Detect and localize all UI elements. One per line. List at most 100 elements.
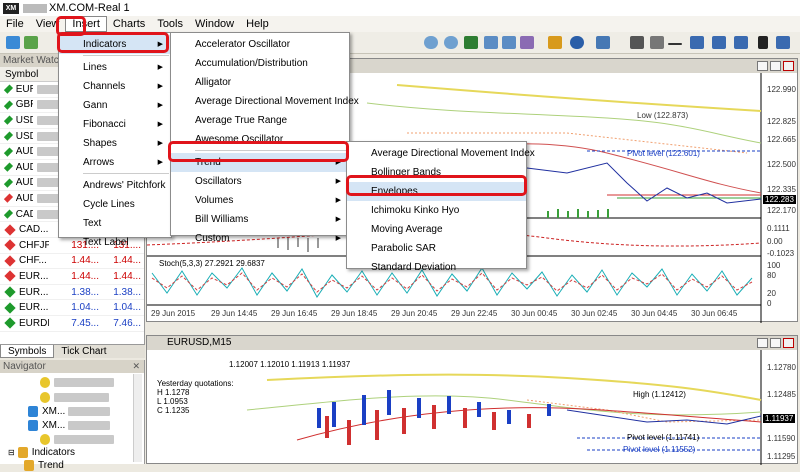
trend-line-icon[interactable] bbox=[690, 36, 704, 49]
tile-windows-icon[interactable] bbox=[464, 36, 478, 49]
profiles-icon[interactable] bbox=[24, 36, 38, 49]
menu-item[interactable]: Average True Range bbox=[171, 111, 349, 130]
nav-account-2[interactable] bbox=[40, 391, 109, 404]
menu-item[interactable]: Fibonacci ▶ bbox=[59, 115, 171, 134]
navigator-scrollbar[interactable] bbox=[133, 374, 142, 462]
menu-insert[interactable]: Insert bbox=[65, 16, 107, 32]
menu-item[interactable]: Gann ▶ bbox=[59, 96, 171, 115]
minimize-icon[interactable] bbox=[757, 61, 768, 71]
menu-item[interactable]: Standard Deviation bbox=[347, 258, 526, 277]
symbol-diamond-icon bbox=[4, 239, 16, 251]
menu-item[interactable]: Average Directional Movement Index bbox=[347, 144, 535, 163]
symbol-diamond-icon bbox=[3, 162, 13, 172]
menu-item[interactable]: Custom ▶ bbox=[171, 229, 349, 248]
nav-trend[interactable]: Trend bbox=[24, 459, 64, 472]
market-watch-row[interactable]: CHF... 1.44... 1.44... bbox=[0, 254, 144, 270]
close-icon[interactable]: ✕ bbox=[132, 360, 140, 373]
expand-icon[interactable]: ⊟ bbox=[8, 448, 15, 457]
nav-account-3[interactable] bbox=[40, 433, 114, 446]
menu-item[interactable]: Alligator bbox=[171, 73, 349, 92]
menu-item-label: Custom bbox=[195, 233, 230, 244]
menu-item[interactable]: Accelerator Oscillator bbox=[171, 35, 349, 54]
fibonacci-icon[interactable] bbox=[734, 36, 748, 49]
symbol-diamond-icon bbox=[4, 255, 16, 267]
text-label-icon[interactable] bbox=[776, 36, 790, 49]
chart-window-eurusd[interactable]: EURUSD,M15 Yesterday quotations: H 1.127… bbox=[146, 335, 798, 465]
chart-shift-icon[interactable] bbox=[484, 36, 498, 49]
menu-item[interactable]: Parabolic SAR bbox=[347, 239, 526, 258]
menu-item[interactable]: Accumulation/Distribution bbox=[171, 54, 349, 73]
high-label: High (1.12412) bbox=[633, 390, 686, 399]
nav-server-label: XM... bbox=[42, 406, 66, 417]
chart2-title: EURUSD,M15 bbox=[167, 337, 232, 348]
menu-window[interactable]: Window bbox=[189, 17, 240, 31]
menu-item[interactable]: Trend ▶ bbox=[171, 153, 349, 172]
menu-item[interactable]: Andrews' Pitchfork bbox=[59, 176, 171, 195]
nav-server-2[interactable]: XM... bbox=[28, 419, 111, 432]
user-icon bbox=[40, 377, 50, 388]
submenu-arrow-icon: ▶ bbox=[335, 216, 341, 223]
market-watch-row[interactable]: EUR... 1.38... 1.38... bbox=[0, 285, 144, 301]
indicators-icon[interactable] bbox=[520, 36, 534, 49]
menu-item[interactable]: Cycle Lines bbox=[59, 195, 171, 214]
menu-item-label: Trend bbox=[195, 157, 221, 168]
menu-item[interactable]: Volumes ▶ bbox=[171, 191, 349, 210]
periods-icon[interactable] bbox=[548, 36, 562, 49]
redacted-account bbox=[23, 3, 47, 13]
menu-item-label: Indicators bbox=[83, 39, 127, 50]
menu-bar: File View Insert Charts Tools Window Hel… bbox=[0, 16, 800, 32]
text-icon[interactable] bbox=[758, 36, 768, 49]
nav-indicators[interactable]: ⊟ Indicators bbox=[8, 446, 75, 459]
nav-server-1[interactable]: XM... bbox=[28, 405, 111, 418]
menu-item[interactable]: Average Directional Movement Index bbox=[171, 92, 359, 111]
tab-symbols[interactable]: Symbols bbox=[0, 345, 55, 358]
zoom-in-icon[interactable] bbox=[424, 36, 438, 49]
navigator-header: Navigator ✕ bbox=[0, 360, 144, 373]
maximize-icon[interactable] bbox=[770, 338, 781, 348]
menu-tools[interactable]: Tools bbox=[151, 17, 189, 31]
time-tick: 30 Jun 02:45 bbox=[571, 309, 618, 318]
nav-account-1[interactable] bbox=[40, 376, 114, 389]
redacted-account bbox=[54, 435, 114, 444]
menu-item[interactable]: Envelopes bbox=[347, 182, 526, 201]
crosshair-icon[interactable] bbox=[650, 36, 664, 49]
menu-help[interactable]: Help bbox=[240, 17, 275, 31]
close-icon[interactable] bbox=[783, 61, 794, 71]
menu-item[interactable]: Awesome Oscillator bbox=[171, 130, 349, 149]
menu-item[interactable]: Bill Williams ▶ bbox=[171, 210, 349, 229]
symbol-diamond-icon bbox=[3, 115, 13, 125]
menu-item[interactable]: Ichimoku Kinko Hyo bbox=[347, 201, 526, 220]
market-watch-tabs: Symbols Tick Chart bbox=[0, 344, 145, 358]
zoom-out-icon[interactable] bbox=[444, 36, 458, 49]
symbol-diamond-icon bbox=[4, 270, 16, 283]
menu-item[interactable]: Oscillators ▶ bbox=[171, 172, 349, 191]
tab-tick-chart[interactable]: Tick Chart bbox=[54, 345, 113, 358]
cursor-icon[interactable] bbox=[630, 36, 644, 49]
menu-item[interactable]: Lines ▶ bbox=[59, 58, 171, 77]
market-watch-row[interactable]: EUR... 1.44... 1.44... bbox=[0, 269, 144, 285]
market-watch-row[interactable]: EURDKK 7.45... 7.46... bbox=[0, 316, 144, 332]
templates-icon[interactable] bbox=[596, 36, 610, 49]
close-icon[interactable] bbox=[783, 338, 794, 348]
maximize-icon[interactable] bbox=[770, 61, 781, 71]
menu-view[interactable]: View bbox=[30, 17, 66, 31]
menu-separator bbox=[83, 173, 169, 174]
market-watch-row[interactable]: EUR... 1.04... 1.04... bbox=[0, 300, 144, 316]
menu-file[interactable]: File bbox=[0, 17, 30, 31]
autoscroll-icon[interactable] bbox=[502, 36, 516, 49]
menu-item[interactable]: Text bbox=[59, 214, 171, 233]
vertical-line-icon[interactable] bbox=[668, 43, 682, 45]
submenu-arrow-icon: ▶ bbox=[157, 159, 163, 166]
menu-item[interactable]: Indicators ▶ bbox=[59, 35, 171, 54]
menu-item[interactable]: Arrows ▶ bbox=[59, 153, 171, 172]
menu-item[interactable]: Channels ▶ bbox=[59, 77, 171, 96]
new-chart-icon[interactable] bbox=[6, 36, 20, 49]
clock-icon[interactable] bbox=[570, 36, 584, 49]
menu-item[interactable]: Bollinger Bands bbox=[347, 163, 526, 182]
menu-charts[interactable]: Charts bbox=[107, 17, 151, 31]
menu-item[interactable]: Shapes ▶ bbox=[59, 134, 171, 153]
menu-item[interactable]: Moving Average bbox=[347, 220, 526, 239]
minimize-icon[interactable] bbox=[757, 338, 768, 348]
menu-item[interactable]: Text Label bbox=[59, 233, 171, 252]
channel-icon[interactable] bbox=[712, 36, 726, 49]
